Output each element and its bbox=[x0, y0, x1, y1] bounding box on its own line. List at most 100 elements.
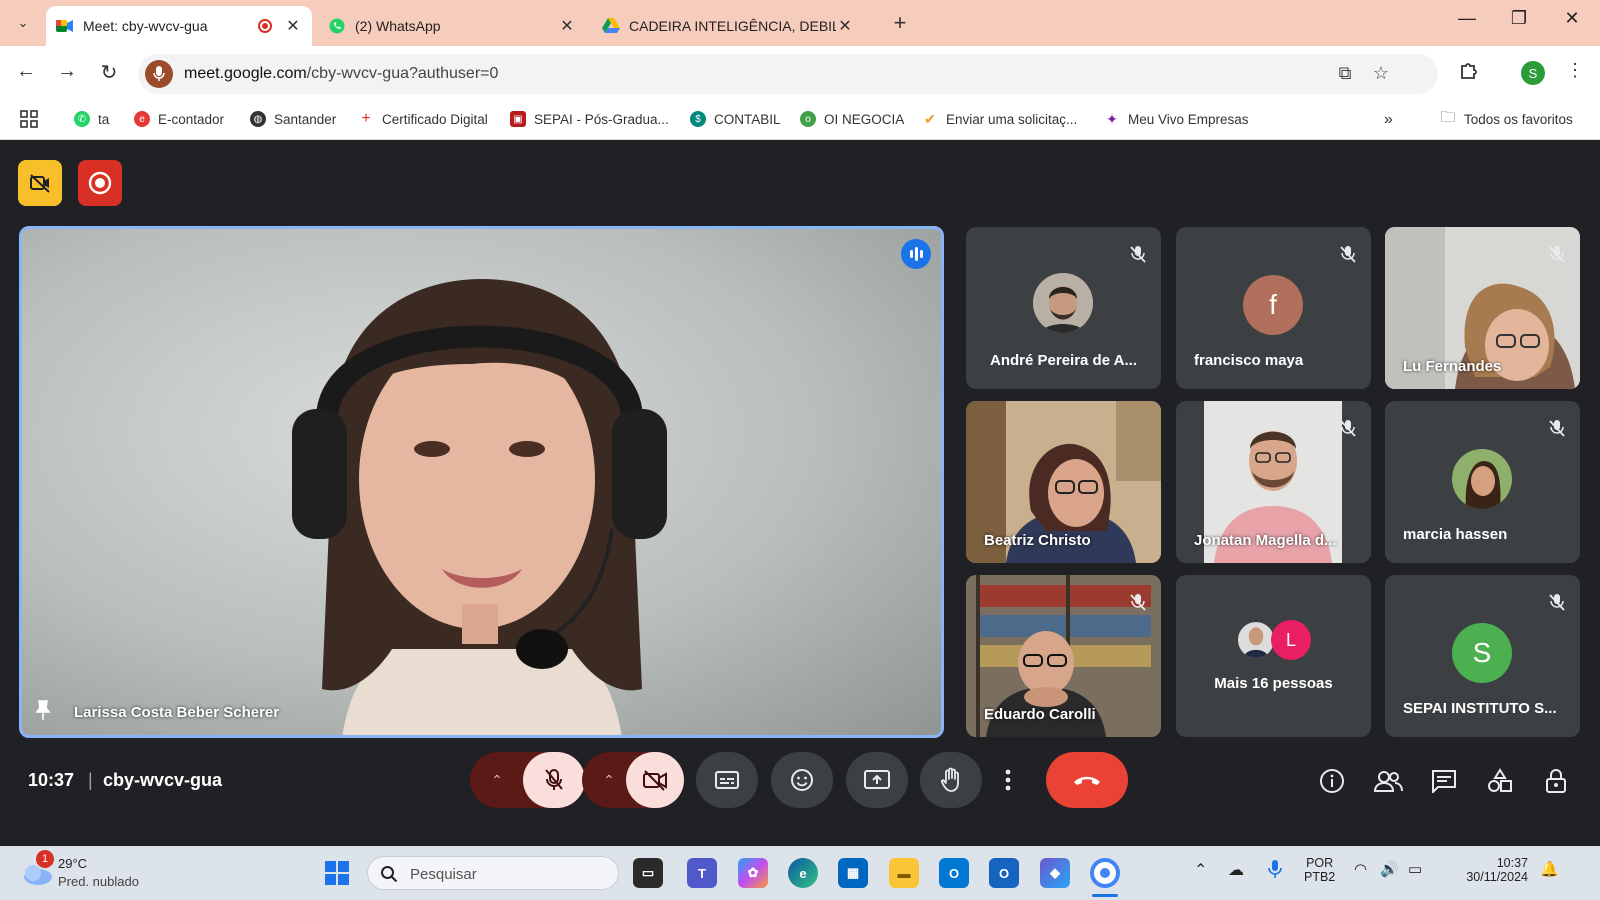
microphone-off-icon bbox=[1549, 594, 1565, 611]
meeting-details-icon[interactable] bbox=[1317, 766, 1347, 796]
participant-tile[interactable]: Beatriz Christo bbox=[966, 401, 1161, 563]
bookmark-e-contador[interactable]: e E-contador bbox=[134, 111, 224, 127]
bookmark-label: Certificado Digital bbox=[382, 111, 488, 127]
meeting-time: 10:37 bbox=[28, 770, 75, 790]
people-icon[interactable] bbox=[1373, 766, 1403, 796]
bookmark-sepai[interactable]: ▣ SEPAI - Pós-Gradua... bbox=[510, 111, 669, 127]
bookmark-ta[interactable]: ✆ ta bbox=[74, 111, 109, 127]
participant-tile[interactable]: Lu Fernandes bbox=[1385, 227, 1580, 389]
reactions-button[interactable] bbox=[771, 752, 833, 808]
system-clock[interactable]: 10:37 30/11/2024 bbox=[1450, 856, 1528, 884]
back-icon[interactable]: ← bbox=[12, 60, 40, 83]
clock-time: 10:37 bbox=[1496, 856, 1528, 870]
participant-tile[interactable]: André Pereira de A... bbox=[966, 227, 1161, 389]
pin-icon[interactable] bbox=[34, 699, 52, 721]
bookmark-star-icon[interactable]: ☆ bbox=[1370, 63, 1392, 84]
close-tab-icon[interactable]: ✕ bbox=[558, 16, 576, 36]
profile-avatar[interactable]: S bbox=[1521, 61, 1545, 85]
outlook-icon[interactable]: O bbox=[939, 858, 969, 888]
participant-tile[interactable]: S SEPAI INSTITUTO S... bbox=[1385, 575, 1580, 737]
tab-meet[interactable]: Meet: cby-wvcv-gua ✕ bbox=[46, 6, 312, 46]
captions-button[interactable] bbox=[696, 752, 758, 808]
tab-title: Meet: cby-wvcv-gua bbox=[83, 18, 208, 34]
bookmark-label: OI NEGOCIA bbox=[824, 111, 905, 127]
windows-start-icon[interactable] bbox=[322, 858, 352, 888]
edge-icon[interactable]: e bbox=[788, 858, 818, 888]
chat-icon[interactable] bbox=[1429, 766, 1459, 796]
forward-icon[interactable]: → bbox=[53, 60, 81, 83]
close-tab-icon[interactable]: ✕ bbox=[284, 16, 302, 36]
microphone-toggle-button[interactable] bbox=[523, 752, 585, 808]
tab-search-chevron-icon[interactable]: ⌄ bbox=[10, 10, 36, 36]
all-bookmarks-folder[interactable]: 🗀 Todos os favoritos bbox=[1440, 109, 1572, 127]
audio-options-chevron-icon[interactable]: ⌃ bbox=[484, 767, 510, 793]
participant-tile[interactable]: Jonatan Magella d... bbox=[1176, 401, 1371, 563]
teams-icon[interactable]: T bbox=[687, 858, 717, 888]
close-tab-icon[interactable]: ✕ bbox=[836, 16, 854, 36]
show-hidden-icons-chevron-icon[interactable]: ⌃ bbox=[1194, 860, 1207, 880]
activities-icon[interactable] bbox=[1485, 766, 1515, 796]
host-controls-button[interactable] bbox=[18, 160, 62, 206]
weather-widget[interactable]: 1 bbox=[20, 850, 54, 886]
file-explorer-icon[interactable]: ▬ bbox=[889, 858, 919, 888]
microphone-tray-icon[interactable] bbox=[1268, 859, 1282, 882]
close-window-icon[interactable]: ✕ bbox=[1557, 8, 1587, 29]
participant-tile[interactable]: Eduardo Carolli bbox=[966, 575, 1161, 737]
present-screen-button[interactable] bbox=[846, 752, 908, 808]
onedrive-cloud-icon[interactable]: ☁ bbox=[1228, 860, 1244, 880]
tab-title: (2) WhatsApp bbox=[355, 18, 441, 34]
minimize-icon[interactable]: — bbox=[1452, 8, 1482, 29]
tab-whatsapp[interactable]: (2) WhatsApp ✕ bbox=[318, 6, 586, 46]
microphone-in-use-icon[interactable] bbox=[145, 60, 173, 88]
url-path: /cby-wvcv-gua?authuser=0 bbox=[306, 65, 499, 82]
store-icon[interactable]: ▦ bbox=[838, 858, 868, 888]
meeting-code: cby-wvcv-gua bbox=[103, 770, 223, 790]
recording-button[interactable] bbox=[78, 160, 122, 206]
more-bookmarks-icon[interactable]: » bbox=[1384, 111, 1393, 129]
wifi-icon[interactable]: ◠ bbox=[1354, 860, 1367, 878]
participant-tile[interactable]: marcia hassen bbox=[1385, 401, 1580, 563]
extensions-icon[interactable] bbox=[1459, 60, 1479, 85]
reload-icon[interactable]: ↻ bbox=[95, 60, 123, 85]
bookmark-certificado-digital[interactable]: + Certificado Digital bbox=[358, 110, 488, 127]
taskbar-search[interactable]: Pesquisar bbox=[367, 856, 619, 890]
closed-captions-icon bbox=[715, 771, 739, 789]
bookmark-enviar-solicitacao[interactable]: ✔ Enviar uma solicitaç... bbox=[922, 111, 1077, 127]
participant-tile[interactable]: f francisco maya bbox=[1176, 227, 1371, 389]
copilot-icon[interactable]: ✿ bbox=[738, 858, 768, 888]
input-language[interactable]: POR PTB2 bbox=[1304, 856, 1335, 884]
browser-menu-icon[interactable]: ⋮ bbox=[1566, 60, 1584, 81]
google-meet-icon bbox=[56, 17, 74, 35]
whatsapp-icon bbox=[328, 17, 346, 35]
more-options-icon[interactable] bbox=[994, 752, 1022, 808]
clock-date: 30/11/2024 bbox=[1466, 870, 1528, 884]
bookmark-meu-vivo-empresas[interactable]: ✦ Meu Vivo Empresas bbox=[1104, 111, 1248, 127]
outlook-classic-icon[interactable]: O bbox=[989, 858, 1019, 888]
more-participants-tile[interactable]: L Mais 16 pessoas bbox=[1176, 575, 1371, 737]
participant-name: Mais 16 pessoas bbox=[1214, 675, 1333, 692]
camera-toggle-button[interactable] bbox=[626, 752, 684, 808]
new-tab-button[interactable]: + bbox=[888, 10, 912, 36]
restore-icon[interactable]: ❐ bbox=[1504, 8, 1534, 29]
host-controls-lock-icon[interactable] bbox=[1541, 766, 1571, 796]
bookmark-santander[interactable]: ◍ Santander bbox=[250, 111, 336, 127]
url-text[interactable]: meet.google.com/cby-wvcv-gua?authuser=0 bbox=[184, 65, 498, 83]
volume-icon[interactable]: 🔊 bbox=[1380, 860, 1399, 878]
participant-name: Beatriz Christo bbox=[984, 532, 1091, 549]
open-in-app-icon[interactable]: ⧉ bbox=[1334, 63, 1356, 84]
video-options-chevron-icon[interactable]: ⌃ bbox=[596, 767, 622, 793]
copilot-app-icon[interactable]: ◆ bbox=[1040, 858, 1070, 888]
raise-hand-button[interactable] bbox=[920, 752, 982, 808]
leave-call-button[interactable] bbox=[1046, 752, 1128, 808]
task-view-icon[interactable]: ▭ bbox=[633, 858, 663, 888]
bookmark-oi-negocia[interactable]: o OI NEGOCIA bbox=[800, 111, 904, 127]
bookmark-contabil[interactable]: $ CONTABIL bbox=[690, 111, 781, 127]
microphone-off-icon bbox=[1549, 246, 1565, 263]
apps-grid-icon[interactable] bbox=[20, 110, 38, 128]
battery-icon[interactable]: ▭ bbox=[1408, 860, 1422, 878]
tab-google-drive[interactable]: CADEIRA INTELIGÊNCIA, DEBILI ✕ bbox=[592, 6, 864, 46]
chrome-icon[interactable] bbox=[1090, 858, 1120, 888]
notification-bell-icon[interactable]: 🔔 bbox=[1540, 860, 1559, 878]
address-bar[interactable]: meet.google.com/cby-wvcv-gua?authuser=0 … bbox=[138, 54, 1438, 94]
main-speaker-tile[interactable]: Larissa Costa Beber Scherer bbox=[19, 226, 944, 738]
